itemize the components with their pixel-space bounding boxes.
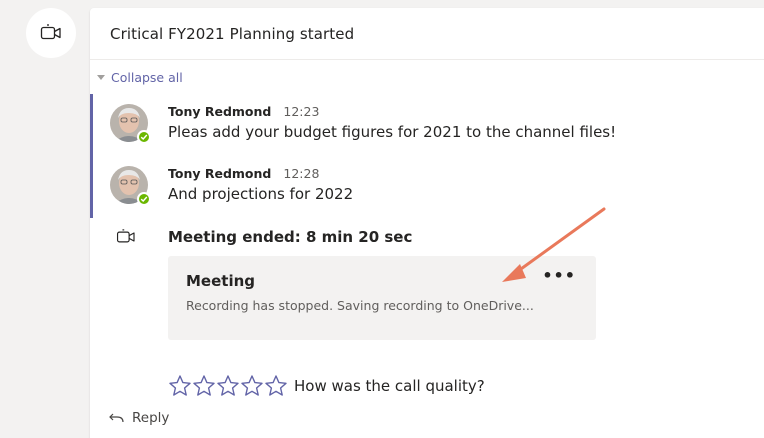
post-header: Critical FY2021 Planning started	[90, 8, 764, 60]
reply-button[interactable]: Reply	[108, 410, 169, 426]
presence-available-icon	[137, 130, 151, 144]
author-avatar[interactable]	[110, 166, 151, 206]
star-icon-3[interactable]	[216, 374, 240, 398]
meeting-ended-text: Meeting ended: 8 min 20 sec	[168, 228, 413, 246]
star-rating	[168, 374, 288, 398]
caret-down-icon	[97, 75, 105, 80]
message-time: 12:23	[283, 104, 320, 119]
message-author[interactable]: Tony Redmond	[168, 104, 271, 119]
reply-arrow-icon	[109, 413, 124, 423]
message-meta: Tony Redmond 12:23	[168, 104, 616, 119]
message-text: And projections for 2022	[168, 185, 354, 203]
collapse-all-label: Collapse all	[111, 70, 183, 85]
meeting-post-icon-badge	[26, 8, 76, 58]
star-icon-1[interactable]	[168, 374, 192, 398]
star-icon-5[interactable]	[264, 374, 288, 398]
call-quality-rating: How was the call quality?	[168, 374, 485, 398]
message-time: 12:28	[283, 166, 320, 181]
collapse-all-link[interactable]: Collapse all	[97, 70, 183, 85]
meeting-ended-row: Meeting ended: 8 min 20 sec	[116, 228, 412, 246]
post-title: Critical FY2021 Planning started	[110, 24, 355, 43]
video-camera-icon	[40, 24, 61, 40]
message-text: Pleas add your budget figures for 2021 t…	[168, 123, 617, 141]
star-icon-4[interactable]	[240, 374, 264, 398]
presence-available-icon	[137, 192, 151, 206]
call-quality-question: How was the call quality?	[294, 377, 485, 395]
more-options-icon[interactable]: •••	[542, 266, 576, 285]
meeting-card-title: Meeting	[186, 272, 256, 290]
message-item[interactable]: Tony Redmond 12:23 Pleas add your budget…	[110, 104, 616, 144]
message-meta: Tony Redmond 12:28	[168, 166, 353, 181]
meeting-recording-card[interactable]: Meeting Recording has stopped. Saving re…	[168, 256, 596, 340]
star-icon-2[interactable]	[192, 374, 216, 398]
channel-post-card: Critical FY2021 Planning started Collaps…	[90, 8, 764, 438]
video-camera-icon	[116, 229, 135, 243]
message-body: Tony Redmond 12:28 And projections for 2…	[168, 166, 353, 204]
message-author[interactable]: Tony Redmond	[168, 166, 271, 181]
message-item[interactable]: Tony Redmond 12:28 And projections for 2…	[110, 166, 353, 206]
thread-accent-bar	[90, 94, 93, 218]
recording-status: Recording has stopped. Saving recording …	[186, 298, 534, 313]
reply-label: Reply	[132, 410, 170, 426]
message-body: Tony Redmond 12:23 Pleas add your budget…	[168, 104, 616, 142]
author-avatar[interactable]	[110, 104, 151, 144]
